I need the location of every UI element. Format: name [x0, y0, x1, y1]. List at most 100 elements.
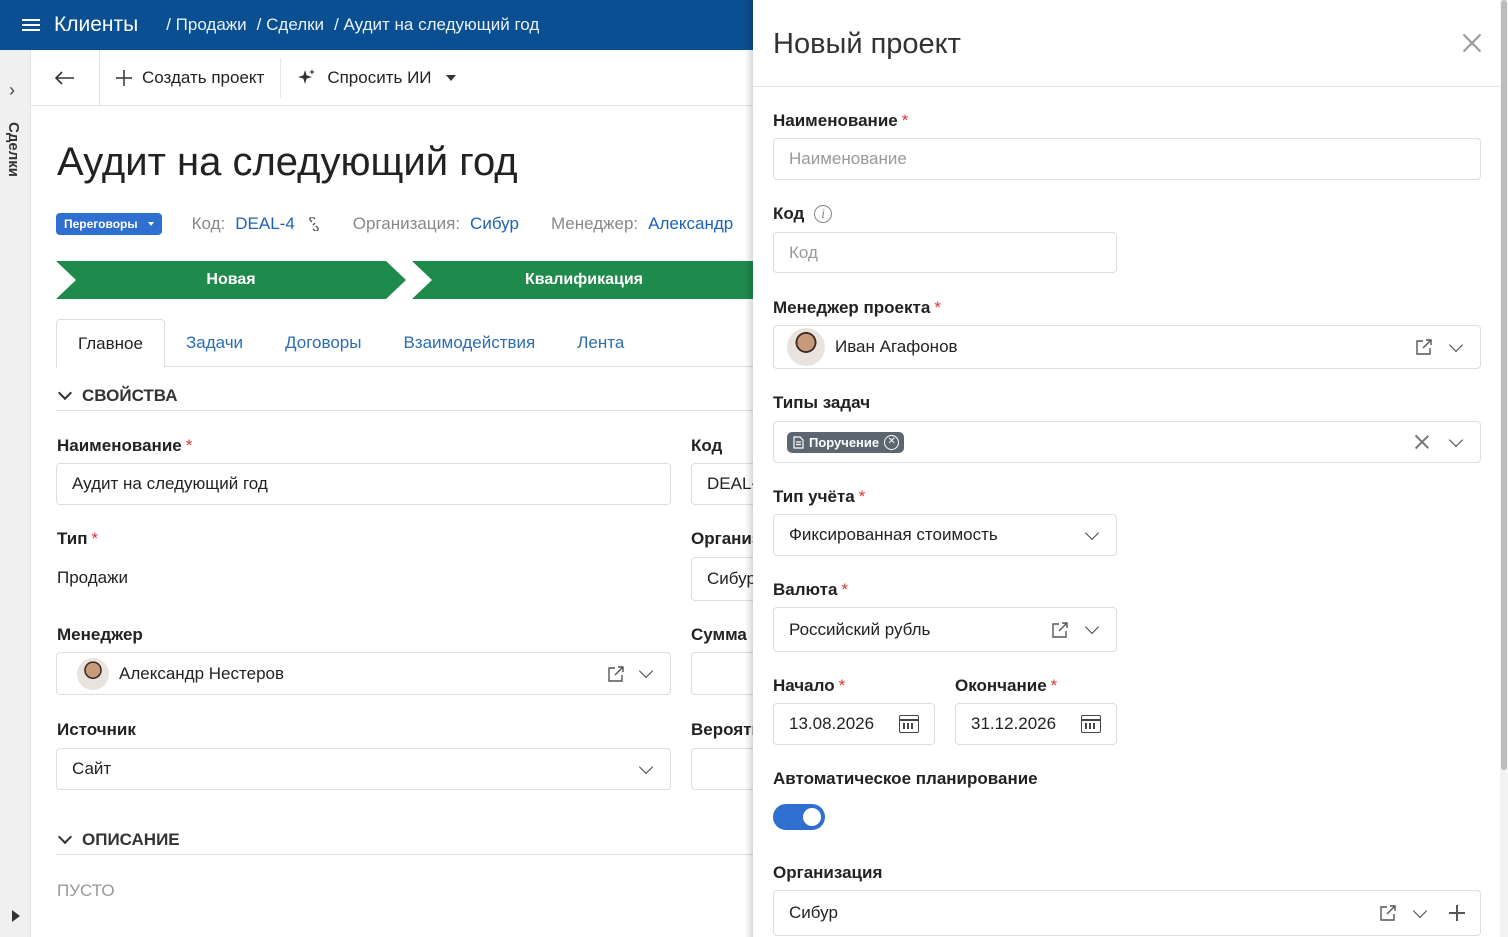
project-name-label: Наименование *	[773, 111, 908, 131]
tab-main[interactable]: Главное	[56, 319, 165, 368]
project-manager-select[interactable]: Иван Агафонов	[773, 325, 1481, 369]
panel-title: Новый проект	[773, 28, 961, 60]
end-date-input[interactable]: 31.12.2026	[955, 703, 1117, 745]
menu-icon[interactable]	[22, 19, 40, 31]
link-icon[interactable]	[307, 217, 321, 231]
app-title[interactable]: Клиенты	[54, 13, 138, 37]
org-meta-label: Организация:	[352, 214, 461, 233]
chevron-down-icon[interactable]	[1412, 903, 1428, 918]
avatar	[77, 657, 109, 690]
name-input[interactable]: Аудит на следующий год	[56, 463, 671, 505]
external-link-icon[interactable]	[607, 665, 625, 683]
calendar-icon[interactable]	[1081, 715, 1101, 733]
stage-new-label: Новая	[206, 271, 256, 288]
external-link-icon[interactable]	[1379, 904, 1397, 922]
auto-planning-label: Автоматическое планирование	[773, 769, 1038, 788]
create-project-button[interactable]: Создать проект	[100, 50, 280, 106]
external-link-icon[interactable]	[1415, 338, 1433, 356]
org-meta-value[interactable]: Сибур	[470, 214, 519, 234]
description-empty: ПУСТО	[57, 881, 115, 900]
properties-section-header[interactable]: СВОЙСТВА	[56, 381, 753, 411]
caret-down-icon	[445, 74, 456, 81]
project-manager-label: Менеджер проекта *	[773, 298, 941, 318]
required-marker: *	[185, 436, 193, 455]
breadcrumb: / Продажи / Сделки / Аудит на следующий …	[166, 15, 539, 35]
chevron-down-icon[interactable]	[1448, 337, 1464, 352]
panel-shadow	[745, 0, 753, 937]
task-types-label: Типы задач	[773, 393, 871, 412]
project-code-input[interactable]: Код	[773, 232, 1117, 273]
accounting-type-select[interactable]: Фиксированная стоимость	[773, 514, 1117, 556]
calendar-icon[interactable]	[899, 715, 919, 733]
project-name-placeholder: Наименование	[789, 149, 907, 168]
manager-field-label: Менеджер	[57, 625, 143, 644]
end-date-value: 31.12.2026	[971, 714, 1057, 733]
name-field-label: Наименование *	[57, 436, 192, 456]
auto-planning-toggle[interactable]	[773, 804, 825, 830]
breadcrumb-sales[interactable]: / Продажи	[166, 15, 246, 35]
project-name-label-text: Наименование	[773, 111, 898, 130]
accounting-type-label-text: Тип учёта	[773, 487, 855, 506]
rail-label[interactable]: Сделки	[5, 122, 22, 177]
expand-rail-icon[interactable]: ›	[9, 80, 15, 101]
name-input-value: Аудит на следующий год	[72, 474, 268, 493]
description-section-header[interactable]: ОПИСАНИЕ	[56, 825, 753, 855]
project-name-input[interactable]: Наименование	[773, 138, 1481, 180]
tab-interactions[interactable]: Взаимодействия	[382, 319, 556, 367]
chevron-down-icon	[638, 759, 654, 774]
required-marker: *	[901, 111, 909, 130]
chevron-down-icon[interactable]	[1448, 432, 1464, 447]
manager-select[interactable]: Александр Нестеров	[56, 652, 671, 695]
source-select[interactable]: Сайт	[56, 748, 671, 790]
project-code-label-text: Код	[773, 204, 805, 223]
end-date-label: Окончание *	[955, 676, 1057, 696]
required-marker: *	[858, 487, 866, 506]
task-type-chip-label: Поручение	[809, 434, 880, 450]
manager-meta-value[interactable]: Александр	[648, 214, 733, 234]
ask-ai-button[interactable]: Спросить ИИ	[281, 50, 471, 106]
required-marker: *	[838, 676, 846, 695]
tab-contracts[interactable]: Договоры	[264, 319, 382, 367]
caret-down-icon	[147, 222, 154, 226]
chevron-down-icon[interactable]	[638, 663, 654, 679]
info-icon[interactable]: i	[814, 205, 833, 223]
accounting-type-value: Фиксированная стоимость	[789, 525, 998, 544]
source-field-label: Источник	[57, 720, 136, 739]
play-icon[interactable]	[12, 910, 20, 922]
currency-value: Российский рубль	[789, 619, 931, 639]
external-link-icon[interactable]	[1051, 621, 1069, 639]
status-badge[interactable]: Переговоры	[56, 213, 162, 235]
stage-qualification[interactable]: Квалификация	[412, 261, 756, 299]
tab-feed[interactable]: Лента	[556, 319, 645, 367]
start-date-label: Начало *	[773, 676, 845, 696]
remove-chip-icon[interactable]: ✕	[884, 434, 900, 450]
project-org-select[interactable]: Сибур	[773, 890, 1481, 936]
currency-select[interactable]: Российский рубль	[773, 607, 1117, 652]
add-icon[interactable]	[1449, 905, 1465, 921]
create-project-label: Создать проект	[142, 67, 265, 87]
clear-icon[interactable]	[1415, 435, 1429, 449]
code-meta-value: DEAL-4	[235, 214, 295, 233]
code-field-label: Код	[691, 436, 723, 455]
page-title: Аудит на следующий год	[57, 140, 518, 184]
left-rail: › Сделки	[0, 50, 31, 937]
plus-icon	[116, 69, 132, 86]
start-date-input[interactable]: 13.08.2026	[773, 703, 935, 745]
start-date-value: 13.08.2026	[789, 714, 875, 733]
type-label-text: Тип	[57, 529, 88, 548]
project-org-label: Организация	[773, 863, 883, 882]
task-types-select[interactable]: Поручение ✕	[773, 421, 1481, 463]
scrollbar-thumb[interactable]	[1501, 0, 1507, 770]
required-marker: *	[934, 298, 941, 317]
close-icon[interactable]	[1462, 33, 1482, 53]
stage-new[interactable]: Новая	[56, 261, 406, 299]
stage-qualification-label: Квалификация	[524, 271, 644, 288]
tab-bar: Главное Задачи Договоры Взаимодействия Л…	[56, 319, 753, 368]
chevron-down-icon[interactable]	[1084, 619, 1100, 635]
breadcrumb-deals[interactable]: / Сделки	[257, 15, 324, 35]
tab-tasks[interactable]: Задачи	[165, 319, 264, 367]
back-button[interactable]	[31, 49, 100, 106]
panel-scrollbar[interactable]	[1500, 0, 1508, 937]
arrow-left-icon	[55, 70, 74, 85]
end-date-label-text: Окончание	[955, 676, 1047, 695]
